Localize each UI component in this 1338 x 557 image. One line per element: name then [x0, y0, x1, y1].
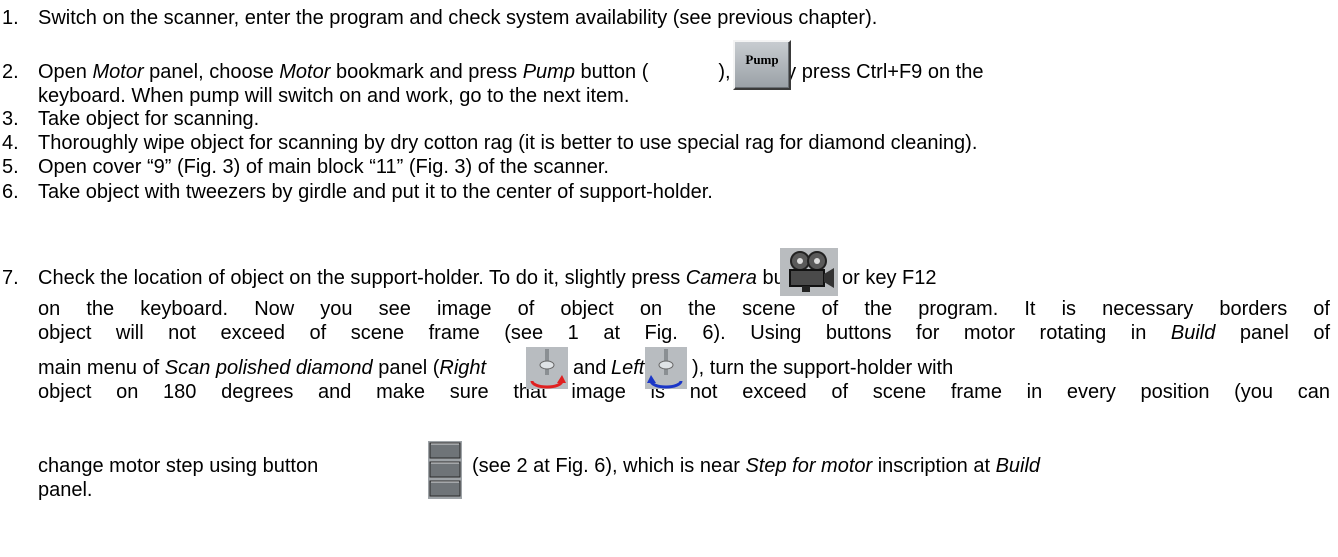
step-text: Check the location of object on the supp… [38, 267, 818, 289]
rotate-right-icon [526, 347, 568, 389]
step-number: 6. [2, 181, 19, 203]
pump-button-icon: Pump [733, 40, 791, 90]
step-text: Open Motor panel, choose Motor bookmark … [38, 61, 984, 107]
step-text: Open cover “9” (Fig. 3) of main block “1… [38, 156, 609, 178]
step-number: 2. [2, 61, 19, 83]
step-number: 7. [2, 267, 19, 289]
step-text: Thoroughly wipe object for scanning by d… [38, 132, 978, 154]
rotate-left-icon [645, 347, 687, 389]
camera-icon [780, 248, 838, 296]
step-text: Switch on the scanner, enter the program… [38, 7, 878, 29]
step-number: 1. [2, 7, 19, 29]
step-number: 3. [2, 108, 19, 130]
step-number: 5. [2, 156, 19, 178]
step-selector-icon [428, 441, 462, 499]
step-text: Take object for scanning. [38, 108, 260, 130]
step-number: 4. [2, 132, 19, 154]
step-text: Take object with tweezers by girdle and … [38, 181, 713, 203]
step-text: on the keyboard. Now you see image of ob… [38, 298, 1331, 344]
